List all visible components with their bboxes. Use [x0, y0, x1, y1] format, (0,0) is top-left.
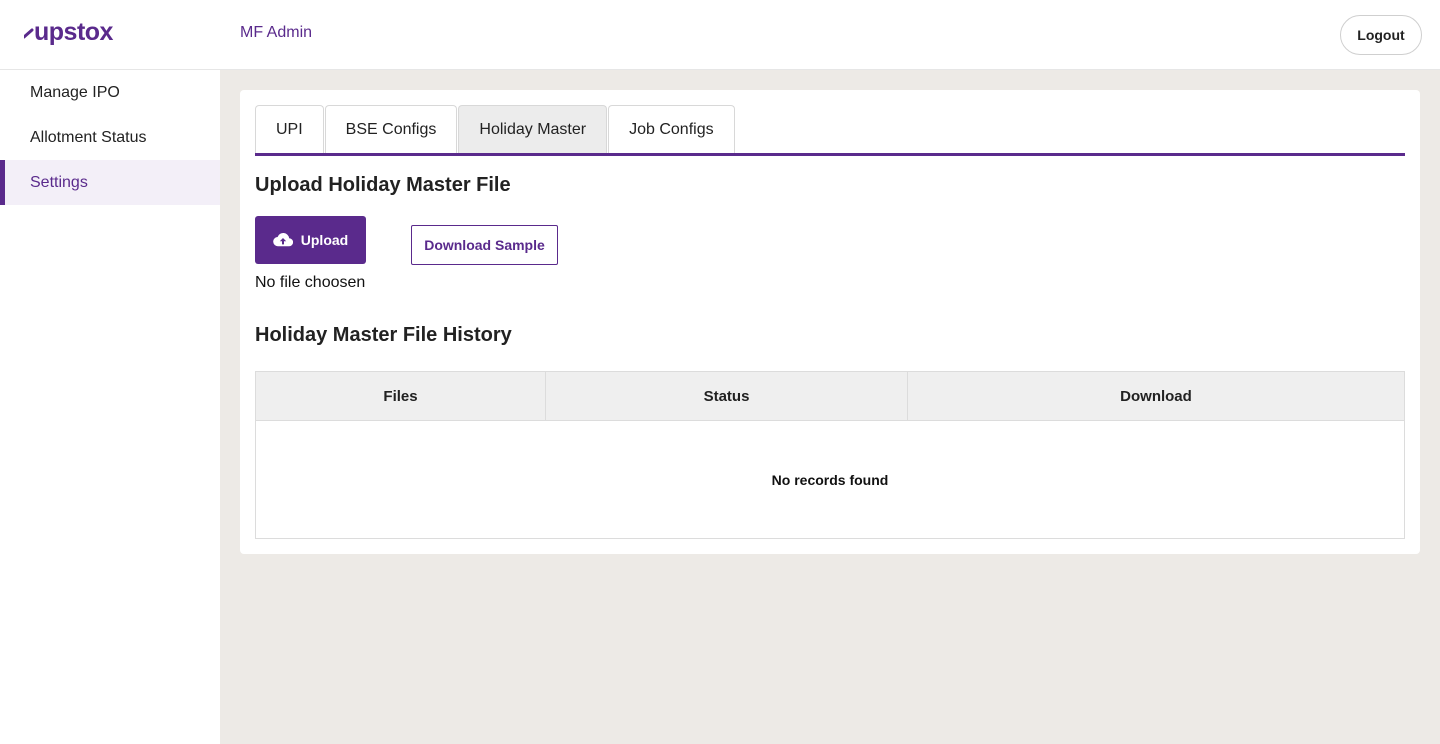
logout-button[interactable]: Logout [1340, 15, 1422, 55]
logo-icon: upstox [24, 18, 114, 46]
tab-holiday-master[interactable]: Holiday Master [458, 105, 608, 153]
history-section-title: Holiday Master File History [255, 324, 512, 346]
tab-upi[interactable]: UPI [255, 105, 324, 153]
top-bar: upstox MF Admin Logout [0, 0, 1440, 70]
tab-job-configs[interactable]: Job Configs [608, 105, 735, 153]
sidebar-item-manage-ipo[interactable]: Manage IPO [0, 70, 220, 115]
app-title: MF Admin [240, 24, 313, 41]
column-header-status[interactable]: Status [546, 372, 908, 420]
sidebar-item-label: Manage IPO [30, 83, 120, 101]
sidebar-item-settings[interactable]: Settings [0, 160, 220, 205]
upload-button[interactable]: Upload [255, 216, 366, 264]
sidebar: Manage IPO Allotment Status Settings [0, 70, 220, 744]
upload-button-label: Upload [300, 232, 349, 248]
tab-label: UPI [276, 120, 303, 138]
empty-state-message: No records found [771, 471, 889, 488]
upload-section-title: Upload Holiday Master File [255, 174, 511, 196]
column-header-files[interactable]: Files [256, 372, 546, 420]
sidebar-item-allotment-status[interactable]: Allotment Status [0, 115, 220, 160]
tab-bar: UPI BSE Configs Holiday Master Job Confi… [255, 105, 1405, 156]
table-header: Files Status Download [256, 372, 1404, 421]
upstox-logo[interactable]: upstox [24, 18, 116, 48]
sidebar-item-label: Allotment Status [30, 128, 147, 146]
download-sample-button[interactable]: Download Sample [411, 225, 558, 265]
column-header-download[interactable]: Download [908, 372, 1404, 420]
sidebar-item-label: Settings [30, 173, 88, 191]
tab-label: BSE Configs [345, 120, 437, 138]
settings-card: UPI BSE Configs Holiday Master Job Confi… [240, 90, 1420, 554]
logo-wordmark: upstox [34, 18, 114, 46]
file-status-text: No file choosen [255, 274, 366, 291]
main-content: UPI BSE Configs Holiday Master Job Confi… [220, 70, 1440, 744]
tab-bse-configs[interactable]: BSE Configs [324, 105, 458, 153]
cloud-upload-icon [273, 233, 293, 247]
history-table: Files Status Download No records found [255, 371, 1405, 539]
tab-label: Holiday Master [479, 120, 587, 138]
tab-label: Job Configs [629, 120, 714, 138]
